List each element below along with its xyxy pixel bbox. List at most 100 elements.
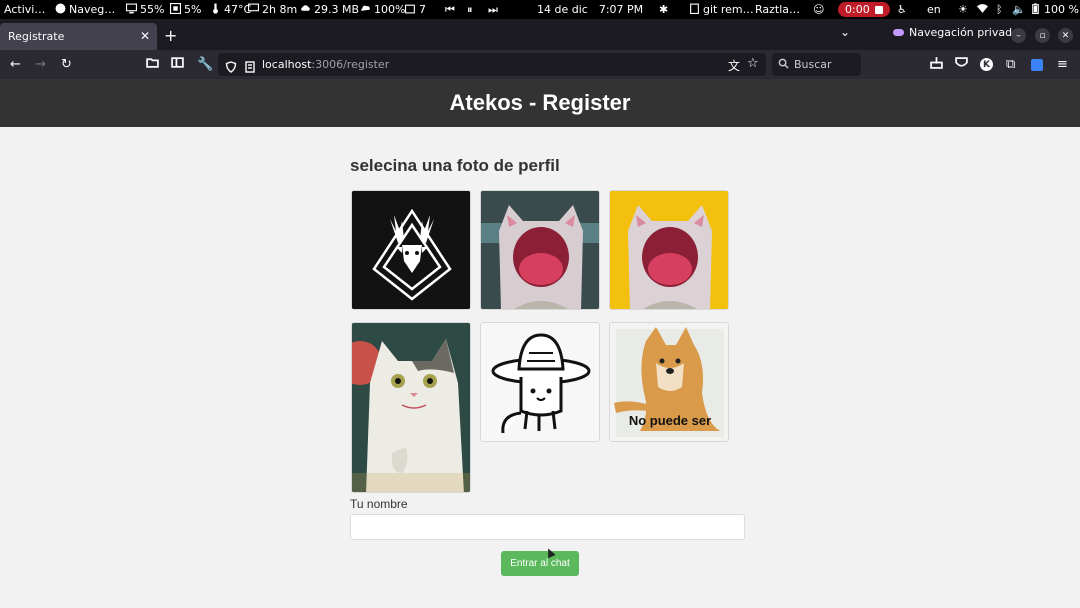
cloud-icon bbox=[360, 3, 371, 17]
shield-icon[interactable] bbox=[225, 58, 237, 77]
screen-record-indicator[interactable]: 0:00 bbox=[838, 0, 890, 19]
list-tabs-button[interactable]: ⌄ bbox=[840, 25, 850, 39]
media-prev-button[interactable]: ⏮ bbox=[445, 0, 455, 19]
white-cat-icon bbox=[352, 323, 470, 492]
x-circle-icon: K bbox=[980, 58, 993, 71]
tools-button[interactable]: 🔧 bbox=[197, 50, 213, 79]
sidebar-icon bbox=[171, 56, 184, 73]
bluetooth-icon: ᛒ bbox=[996, 3, 1003, 16]
activities-label: Activi… bbox=[4, 3, 46, 16]
restore-icon: ▫ bbox=[1039, 30, 1046, 41]
workspace-value: 7 bbox=[419, 3, 426, 16]
profile-pic-screaming-cat-yellow[interactable] bbox=[609, 190, 729, 310]
extensions-button[interactable]: ⧉ bbox=[1006, 50, 1015, 79]
close-tab-icon[interactable]: ✕ bbox=[140, 29, 150, 43]
minimize-button[interactable]: – bbox=[1011, 28, 1026, 43]
arrow-right-icon: → bbox=[35, 57, 46, 72]
cloud-indicator: 100% bbox=[360, 0, 405, 19]
emoji-icon: ☺ bbox=[813, 3, 825, 16]
system-top-bar: Activi… Naveg… 55% 5% 47°C 2h 8m 29.3 MB… bbox=[0, 0, 1080, 19]
sidebar-button[interactable] bbox=[171, 50, 184, 79]
translate-icon[interactable]: 文 bbox=[728, 57, 740, 74]
pause-icon: ⏸ bbox=[467, 2, 473, 16]
uptime-indicator: 2h 8m bbox=[248, 0, 297, 19]
temperature-indicator: 47°C bbox=[210, 0, 251, 19]
url-path: :3006/register bbox=[311, 58, 390, 71]
smiley-indicator[interactable]: ☺ bbox=[813, 0, 824, 19]
clipboard-icon bbox=[689, 3, 700, 17]
pocket-button[interactable] bbox=[955, 50, 968, 79]
url-host: localhost bbox=[262, 58, 312, 71]
clock[interactable]: 14 de dic 7:07 PM bbox=[537, 0, 643, 19]
folder-icon bbox=[146, 56, 159, 73]
menu-button[interactable]: ≡ bbox=[1057, 50, 1068, 79]
profile-pic-heading: selecina una foto de perfil bbox=[350, 156, 560, 175]
cpu-indicator: 55% bbox=[126, 0, 164, 19]
profile-pic-screaming-cat-gray[interactable] bbox=[480, 190, 600, 310]
profile-pic-mexican-hat-cat[interactable] bbox=[480, 322, 600, 442]
private-mask-icon bbox=[893, 29, 904, 36]
record-time: 0:00 bbox=[845, 3, 870, 16]
page-title: Atekos - Register bbox=[449, 90, 631, 115]
restore-button[interactable]: ▫ bbox=[1035, 28, 1050, 43]
volume-indicator[interactable]: 🔈 bbox=[1012, 0, 1026, 19]
network-indicator: 29.3 MB bbox=[300, 0, 359, 19]
media-pause-button[interactable]: ⏸ bbox=[467, 0, 473, 19]
uptime-value: 2h 8m bbox=[262, 3, 298, 16]
bookmark-star-icon[interactable]: ☆ bbox=[747, 56, 759, 71]
media-next-button[interactable]: ⏭ bbox=[488, 0, 498, 19]
puzzle-piece-icon: ⧉ bbox=[1006, 57, 1016, 72]
git-indicator[interactable]: git rem… bbox=[689, 0, 754, 19]
plus-icon: + bbox=[164, 26, 178, 45]
close-window-button[interactable]: ✕ bbox=[1058, 28, 1073, 43]
tab-registrate[interactable]: Registrate ✕ bbox=[0, 23, 157, 50]
skip-forward-icon: ⏭ bbox=[488, 2, 498, 16]
page-info-icon[interactable] bbox=[244, 58, 256, 77]
activities-button[interactable]: Activi… bbox=[4, 0, 45, 19]
accessibility-button[interactable]: ♿ bbox=[897, 0, 907, 19]
battery-value: 100 % bbox=[1044, 3, 1079, 16]
downloads-button[interactable] bbox=[930, 50, 943, 79]
extension-x-button[interactable]: K bbox=[980, 50, 993, 79]
new-tab-button[interactable]: + bbox=[164, 26, 177, 45]
app-menu-label: Naveg… bbox=[69, 3, 116, 16]
skip-back-icon: ⏮ bbox=[445, 2, 455, 16]
extension-blue-button[interactable] bbox=[1031, 50, 1043, 79]
memory-value: 5% bbox=[184, 3, 202, 16]
extension-indicator[interactable]: ✱ bbox=[659, 0, 668, 19]
forward-button[interactable]: → bbox=[35, 50, 46, 79]
name-input[interactable] bbox=[350, 514, 745, 540]
battery-indicator[interactable]: 100 % bbox=[1030, 0, 1079, 19]
back-button[interactable]: ← bbox=[10, 50, 21, 79]
navigation-toolbar: ← → ↻ 🔧 localhost:3006/register 文 ☆ Busc… bbox=[0, 50, 1080, 79]
bluetooth-indicator[interactable]: ᛒ bbox=[996, 0, 1003, 19]
app-menu[interactable]: Naveg… bbox=[55, 0, 115, 19]
search-placeholder: Buscar bbox=[794, 58, 832, 71]
wifi-indicator[interactable] bbox=[977, 0, 988, 19]
hamburger-icon: ≡ bbox=[1057, 57, 1068, 72]
profile-pic-deer[interactable] bbox=[351, 190, 471, 310]
brightness-indicator[interactable]: ☀ bbox=[958, 0, 968, 19]
profile-pic-white-cat[interactable] bbox=[351, 322, 471, 493]
bookmarks-folder-button[interactable] bbox=[146, 50, 159, 79]
cheems-caption: No puede ser bbox=[628, 413, 712, 428]
wrench-icon: 🔧 bbox=[197, 57, 214, 72]
time-label: 7:07 PM bbox=[598, 3, 644, 16]
reload-icon: ↻ bbox=[61, 57, 72, 72]
user-label: Raztla… bbox=[755, 3, 801, 16]
sun-icon: ☀ bbox=[958, 3, 968, 16]
stop-icon bbox=[874, 5, 883, 14]
translate-ext-icon bbox=[1031, 58, 1043, 71]
profile-pic-cheems-dog[interactable]: No puede ser bbox=[609, 322, 729, 442]
search-icon bbox=[778, 58, 789, 72]
language-indicator[interactable]: en bbox=[927, 0, 941, 19]
search-bar[interactable]: Buscar bbox=[772, 53, 861, 76]
reload-button[interactable]: ↻ bbox=[61, 50, 72, 79]
private-browsing-indicator: Navegación privada bbox=[893, 26, 1019, 39]
wifi-icon bbox=[977, 3, 988, 17]
user-indicator[interactable]: Raztla… bbox=[755, 0, 800, 19]
enter-chat-button[interactable]: Entrar al chat bbox=[501, 551, 579, 576]
deer-logo-icon bbox=[352, 191, 470, 309]
firefox-icon bbox=[55, 3, 66, 17]
url-bar[interactable]: localhost:3006/register 文 ☆ bbox=[218, 53, 766, 76]
